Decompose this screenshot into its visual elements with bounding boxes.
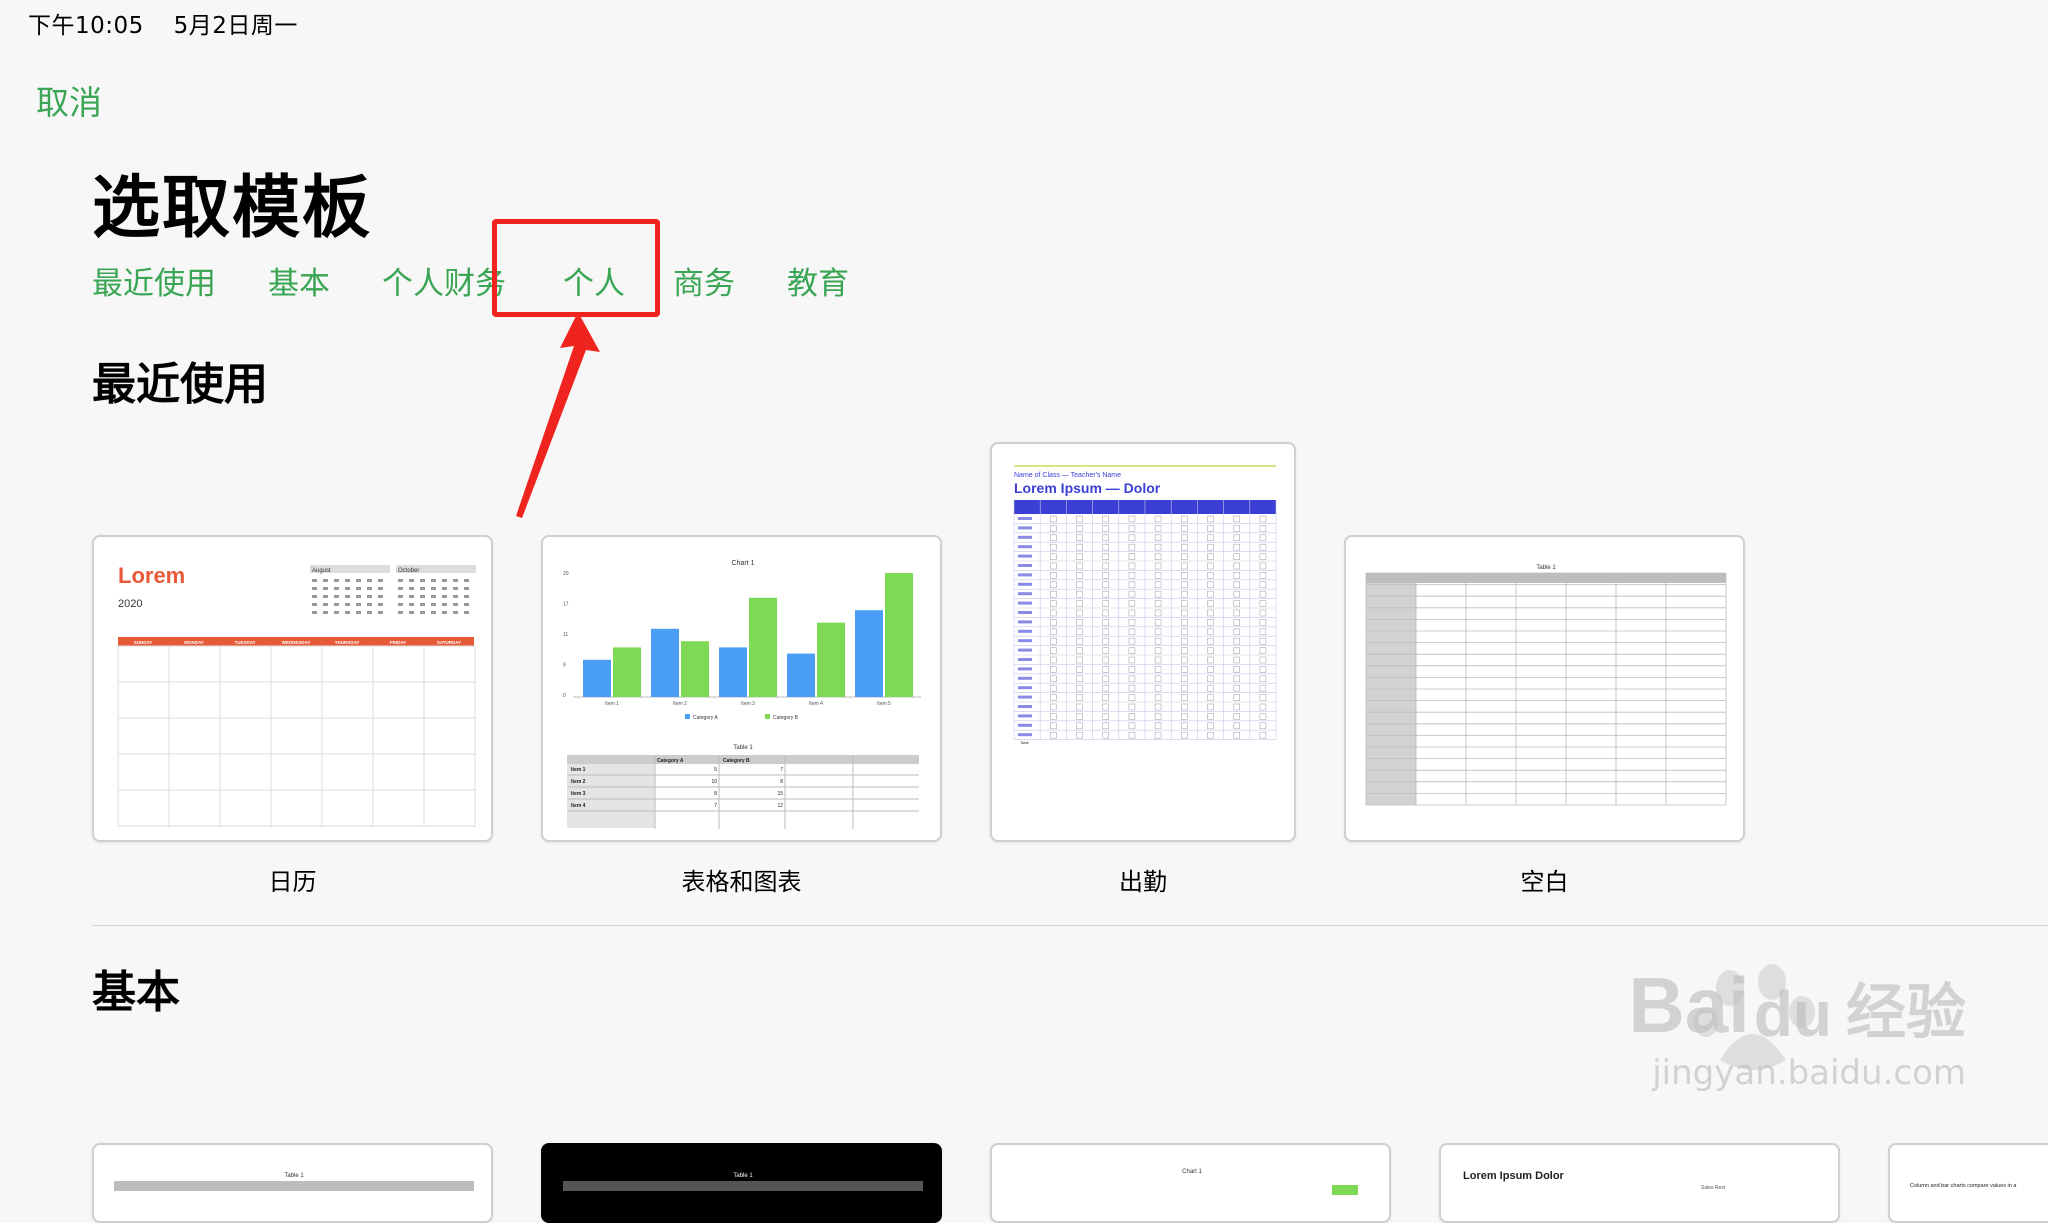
section-divider xyxy=(92,925,2048,926)
table-cell: 15 xyxy=(777,791,783,797)
tab-basic[interactable]: 基本 xyxy=(268,258,330,303)
table-title: Table 1 xyxy=(733,745,753,751)
bar-category-a xyxy=(719,647,747,697)
basic-4-subtitle: Sales Rest xyxy=(1701,1185,1726,1191)
tab-education[interactable]: 教育 xyxy=(787,258,849,303)
calendar-title: Lorem xyxy=(118,563,185,588)
basic-4-thumbnail: Lorem Ipsum Dolor Sales Rest xyxy=(1463,1170,1726,1191)
template-card-basic-2[interactable]: Table 1 xyxy=(541,1143,942,1223)
bar-category-a xyxy=(787,653,815,697)
basic-4-title: Lorem Ipsum Dolor xyxy=(1463,1170,1565,1182)
basic-3-title: Chart 1 xyxy=(1182,1169,1202,1175)
template-label-calendar: 日历 xyxy=(268,868,317,896)
bar-category-b xyxy=(885,573,913,697)
bar-category-b xyxy=(613,647,641,697)
status-date: 5月2日周一 xyxy=(173,13,298,39)
template-card-basic-5[interactable]: Column and bar charts compare values in … xyxy=(1888,1143,2048,1223)
basic-2-thumbnail: Table 1 xyxy=(563,1173,923,1191)
calendar-thumbnail: Lorem 2020 August October SUNDAY MONDAY TU… xyxy=(117,563,476,827)
template-card-table-chart[interactable]: Chart 1 20 17 11 9 0 Item 1 Item 2 Item 3 Item … xyxy=(541,535,942,842)
x-tick-label: Item 3 xyxy=(741,701,755,707)
template-card-blank[interactable]: Table 1 xyxy=(1344,535,1745,842)
table-header-a: Category A xyxy=(657,758,684,764)
annotation-arrow-icon xyxy=(516,312,600,518)
y-tick-label: 9 xyxy=(563,663,566,669)
tab-recent[interactable]: 最近使用 xyxy=(92,258,216,303)
template-card-basic-4[interactable]: Lorem Ipsum Dolor Sales Rest xyxy=(1439,1143,1840,1223)
template-label-table-chart: 表格和图表 xyxy=(681,868,802,896)
attendance-total: Total xyxy=(1020,740,1029,745)
calendar-weekday: THURSDAY xyxy=(335,640,360,645)
template-card-basic-3[interactable]: Chart 1 xyxy=(990,1143,1391,1223)
calendar-weekday: SATURDAY xyxy=(437,640,461,645)
bar-category-a xyxy=(651,628,679,697)
basic-5-text: Column and bar charts compare values in … xyxy=(1910,1183,2017,1189)
basic-3-thumbnail: Chart 1 xyxy=(1182,1169,1358,1195)
attendance-thumbnail: Name of Class — Teacher's Name Lorem Ips… xyxy=(1013,465,1277,745)
paw-watermark-icon xyxy=(1694,964,1815,1070)
bar-category-a xyxy=(583,659,611,697)
table-chart-thumbnail: Chart 1 20 17 11 9 0 Item 1 Item 2 Item 3 Item … xyxy=(563,560,921,829)
calendar-month-b: October xyxy=(398,568,419,574)
calendar-weekday: SUNDAY xyxy=(134,640,153,645)
bar-category-b xyxy=(749,597,777,697)
watermark-jy: 经验 xyxy=(1846,978,1966,1048)
table-row-label: Item 1 xyxy=(571,767,586,773)
legend-category-b: Category B xyxy=(773,715,799,721)
calendar-weekday: FRIDAY xyxy=(390,640,406,645)
table-cell: 7 xyxy=(780,767,783,773)
template-card-attendance[interactable]: Name of Class — Teacher's Name Lorem Ips… xyxy=(990,442,1296,842)
table-header-b: Category B xyxy=(723,758,750,764)
section-title-recent: 最近使用 xyxy=(92,359,268,410)
attendance-title: Lorem Ipsum — Dolor xyxy=(1014,480,1161,496)
blank-table-thumbnail: Table 1 xyxy=(1365,565,1727,806)
legend-category-a: Category A xyxy=(693,715,718,721)
table-cell: 12 xyxy=(777,803,783,809)
blank-table-title: Table 1 xyxy=(1536,565,1556,571)
page-title: 选取模板 xyxy=(92,169,373,248)
chart-title: Chart 1 xyxy=(732,560,755,567)
status-time: 下午10:05 xyxy=(28,13,144,39)
table-row-label: Item 4 xyxy=(571,803,586,809)
calendar-weekday: TUESDAY xyxy=(234,640,255,645)
template-card-basic-1[interactable]: Table 1 xyxy=(92,1143,493,1223)
calendar-year: 2020 xyxy=(118,598,142,610)
attendance-subtitle: Name of Class — Teacher's Name xyxy=(1014,472,1121,479)
basic-5-thumbnail: Column and bar charts compare values in … xyxy=(1910,1183,2017,1189)
y-tick-label: 17 xyxy=(563,602,569,608)
basic-1-thumbnail: Table 1 xyxy=(114,1173,474,1191)
tab-business[interactable]: 商务 xyxy=(673,258,735,303)
y-tick-label: 20 xyxy=(563,571,569,577)
calendar-weekday: MONDAY xyxy=(184,640,204,645)
template-label-blank: 空白 xyxy=(1520,868,1569,896)
bar-category-b xyxy=(681,641,709,697)
table-cell: 8 xyxy=(780,779,783,785)
x-tick-label: Item 4 xyxy=(809,701,823,707)
template-card-calendar[interactable]: Lorem 2020 August October SUNDAY MONDAY TU… xyxy=(92,535,493,842)
basic-1-title: Table 1 xyxy=(284,1173,304,1179)
calendar-weekday: WEDNESDAY xyxy=(282,640,311,645)
bar-category-a xyxy=(855,610,883,697)
calendar-month-a: August xyxy=(312,568,331,574)
tab-personal-finance[interactable]: 个人财务 xyxy=(382,258,506,303)
cancel-button[interactable]: 取消 xyxy=(36,76,102,124)
section-title-basic: 基本 xyxy=(92,967,180,1018)
bar-category-b xyxy=(817,622,845,697)
table-cell: 5 xyxy=(714,767,717,773)
table-row-label: Item 3 xyxy=(571,791,586,797)
table-row-label: Item 2 xyxy=(571,779,586,785)
table-cell: 7 xyxy=(714,803,717,809)
table-cell: 8 xyxy=(714,791,717,797)
x-tick-label: Item 1 xyxy=(605,701,619,707)
status-bar: 下午10:05 5月2日周一 xyxy=(28,6,320,40)
x-tick-label: Item 5 xyxy=(877,701,891,707)
y-tick-label: 11 xyxy=(563,632,568,638)
template-label-attendance: 出勤 xyxy=(1119,868,1167,896)
y-tick-label: 0 xyxy=(563,693,566,699)
x-tick-label: Item 2 xyxy=(673,701,687,707)
basic-2-title: Table 1 xyxy=(733,1173,753,1179)
table-cell: 10 xyxy=(711,779,717,785)
